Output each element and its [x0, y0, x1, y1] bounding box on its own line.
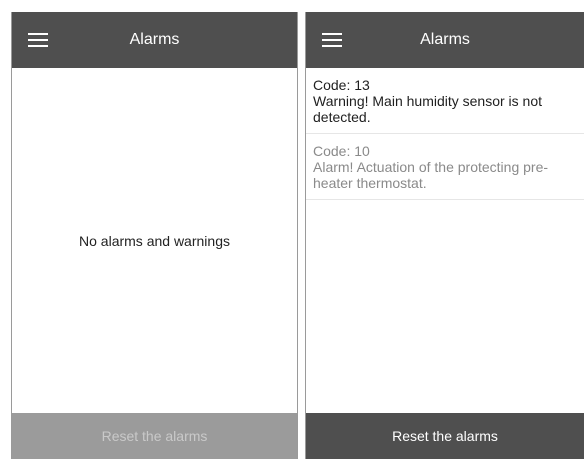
alarm-code: Code: 13	[313, 77, 370, 93]
alarms-screen-list: Alarms Code: 13 Warning! Main humidity s…	[305, 12, 584, 459]
alarm-item[interactable]: Code: 10 Alarm! Actuation of the protect…	[306, 134, 584, 200]
alarms-screen-empty: Alarms No alarms and warnings Reset the …	[11, 12, 298, 459]
alarm-code: Code: 10	[313, 143, 370, 159]
app-bar: Alarms	[12, 12, 297, 68]
alarm-item[interactable]: Code: 13 Warning! Main humidity sensor i…	[306, 68, 584, 134]
reset-alarms-button[interactable]: Reset the alarms	[12, 413, 297, 459]
reset-alarms-button[interactable]: Reset the alarms	[306, 413, 584, 459]
alarm-message: Warning! Main humidity sensor is not det…	[313, 93, 543, 125]
page-title: Alarms	[420, 31, 470, 48]
empty-state: No alarms and warnings	[12, 68, 297, 413]
app-bar: Alarms	[306, 12, 584, 68]
alarm-message: Alarm! Actuation of the protecting pre-h…	[313, 159, 549, 191]
page-title: Alarms	[129, 31, 180, 48]
stage: Alarms No alarms and warnings Reset the …	[0, 0, 584, 459]
alarm-list: Code: 13 Warning! Main humidity sensor i…	[306, 68, 584, 200]
empty-message: No alarms and warnings	[79, 232, 230, 249]
